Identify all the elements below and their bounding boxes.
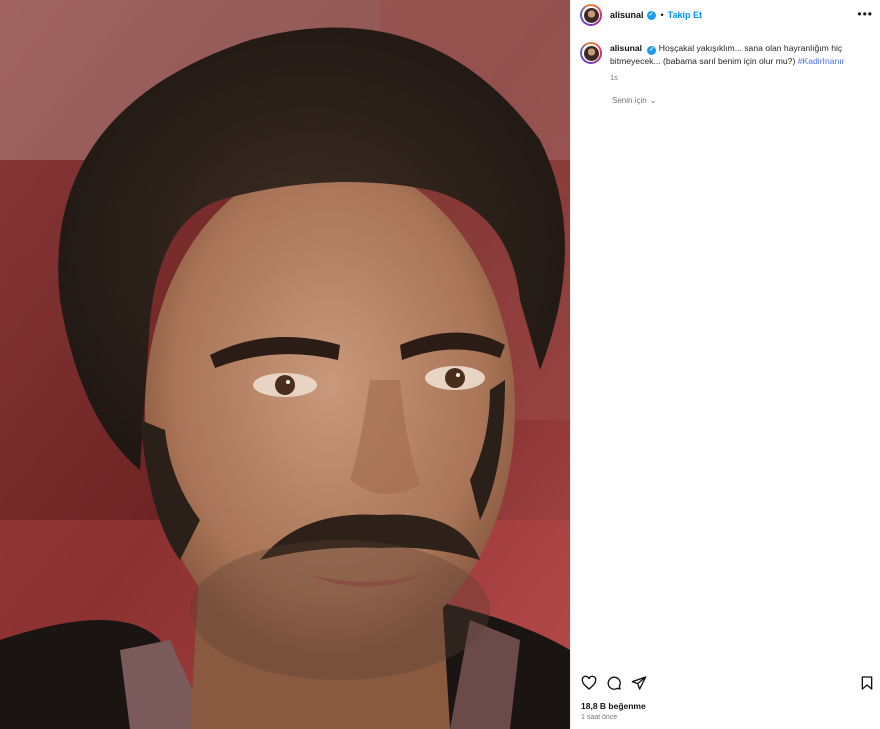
- username-link[interactable]: alisunal: [610, 10, 644, 20]
- chevron-down-icon: ⌄: [649, 96, 657, 105]
- separator-dot: •: [660, 10, 664, 20]
- post-sidebar: alisunal ✓ • Takip Et ••• alisunal ✓ Hoş…: [570, 0, 880, 729]
- more-options-icon[interactable]: •••: [857, 8, 873, 20]
- caption: alisunal ✓ Hoşçakal yakışıklım... sana o…: [580, 42, 872, 82]
- action-bar: [571, 672, 880, 694]
- caption-username-link[interactable]: alisunal: [610, 43, 642, 53]
- comment-bubble-icon[interactable]: [606, 675, 622, 691]
- bookmark-icon[interactable]: [859, 675, 875, 691]
- follow-button[interactable]: Takip Et: [668, 10, 702, 20]
- verified-badge-icon: ✓: [647, 45, 657, 55]
- post-header: alisunal ✓ • Takip Et •••: [571, 0, 880, 30]
- caption-text: alisunal ✓ Hoşçakal yakışıklım... sana o…: [610, 42, 872, 67]
- paper-plane-icon[interactable]: [631, 675, 647, 691]
- heart-icon[interactable]: [581, 675, 597, 691]
- see-translation-link[interactable]: Senin için ⌄: [612, 96, 656, 105]
- caption-time: 1s: [610, 72, 618, 82]
- caption-avatar[interactable]: [580, 42, 602, 64]
- posted-time: 1 saat önce: [581, 714, 618, 721]
- post-photo[interactable]: [0, 0, 570, 729]
- caption-body: alisunal ✓ Hoşçakal yakışıklım... sana o…: [610, 42, 872, 82]
- avatar[interactable]: [580, 4, 602, 26]
- translation-label: Senin için: [612, 96, 647, 105]
- instagram-post: alisunal ✓ • Takip Et ••• alisunal ✓ Hoş…: [0, 0, 880, 729]
- portrait-photo: [0, 0, 570, 729]
- hashtag-link[interactable]: #KadirInanır: [798, 56, 845, 66]
- likes-count[interactable]: 18,8 B beğenme: [581, 701, 646, 711]
- verified-badge-icon: ✓: [646, 10, 656, 20]
